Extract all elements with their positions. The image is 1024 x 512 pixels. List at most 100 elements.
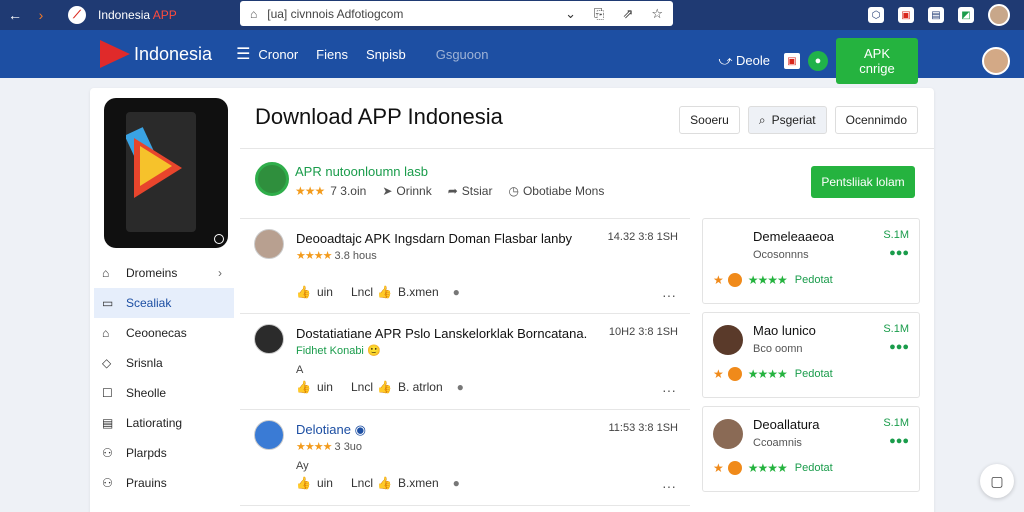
thumbs-up-icon[interactable]: 👍 [377, 476, 392, 490]
rating-stars-icon: ★★★★ [747, 367, 788, 381]
app-meta-3: Obotiabe Mons [522, 184, 605, 198]
extension-green-icon[interactable]: ◩ [958, 7, 974, 23]
hamburger-menu-icon[interactable]: ☰ [236, 44, 250, 64]
sidebar-item-6[interactable]: ▤ Latiorating [94, 408, 234, 438]
reviewer-avatar[interactable] [254, 420, 284, 450]
list-icon: ▤ [102, 416, 114, 430]
nav-link-3[interactable]: Snpisb [366, 47, 406, 62]
review-title[interactable]: Deooadtajc APK Ingsdarn Doman Flasbar la… [296, 231, 572, 246]
card-sub: Ccoamnis [753, 437, 802, 449]
more-options-icon[interactable]: ··· [662, 287, 676, 303]
info-icon[interactable]: ● [453, 285, 460, 299]
extension-shield-icon[interactable]: ⬡ [868, 7, 884, 23]
apk-header-button[interactable]: APK cnrige [836, 38, 918, 84]
info-icon[interactable]: ● [453, 476, 460, 490]
related-card[interactable]: Deoallatura Ccoamnis S.1M ●●● ★ ★★★★ Ped… [702, 406, 920, 492]
reviewer-avatar[interactable] [254, 324, 284, 354]
group-icon: ⚇ [102, 476, 113, 490]
app-avatar [255, 162, 289, 196]
card-label: Pedotat [794, 368, 833, 380]
star-icon[interactable]: ☆ [651, 6, 663, 22]
tab-2[interactable]: ⌕ Psgeriat [747, 106, 827, 134]
install-button[interactable]: Pentsliiak lolam [811, 166, 915, 198]
reply-label[interactable]: B.xmen [398, 476, 439, 490]
extension-red-icon[interactable]: ▣ [898, 7, 914, 23]
verified-icon: ◉ [354, 422, 366, 437]
thumbs-up-icon[interactable]: 👍 [377, 380, 392, 394]
card-label: Pedotat [794, 274, 833, 286]
share-label[interactable]: Lncl [351, 380, 373, 394]
card-value: S.1M [883, 417, 909, 429]
forward-icon[interactable]: › [30, 4, 52, 26]
chevron-down-icon[interactable]: ⌄ [565, 6, 576, 22]
more-options-icon[interactable]: ··· [662, 382, 676, 398]
share-label[interactable]: Lncl [351, 285, 373, 299]
nav-link-2[interactable]: Fiens [316, 47, 348, 62]
sidebar-item-8[interactable]: ⚇ Prauins [94, 468, 234, 498]
home-icon: ⌂ [102, 266, 110, 280]
thumbs-up-icon[interactable]: 👍 [296, 476, 311, 490]
notification-icon[interactable]: ▣ [784, 53, 800, 69]
review-title[interactable]: Delotiane ◉ [296, 422, 366, 438]
nav-link-4[interactable]: Gsguoon [436, 47, 489, 62]
sidebar-item-1[interactable]: ⌂ Dromeins › [94, 258, 234, 288]
reply-label[interactable]: B. atrlon [398, 380, 443, 394]
review-title[interactable]: Dostatiatiane APR Pslo Lanskelorklak Bor… [296, 326, 587, 341]
tab-3[interactable]: Ocennimdo [834, 106, 918, 134]
related-card[interactable]: Mao lunico Bco oomn S.1M ●●● ★ ★★★★ Pedo… [702, 312, 920, 398]
browser-toolbar: ← › ⟋ Indonesia APP ⌂ [ua] civnnois Adfo… [0, 0, 1024, 30]
review-stars-count: 3.8 hous [334, 250, 377, 262]
info-icon[interactable]: ● [457, 380, 464, 394]
app-name[interactable]: APR nutoonloumn lasb [295, 164, 428, 179]
main-panel: ⌂ Dromeins › ▭ Scealiak ⌂ Ceoonecas ◇ Sr… [90, 88, 934, 512]
extension-window-icon[interactable]: ▤ [928, 7, 944, 23]
card-value: S.1M [883, 229, 909, 241]
related-card[interactable]: Demeleaaeoa Ocosonnns S.1M ●●● ★ ★★★★ Pe… [702, 218, 920, 304]
thumbs-up-icon[interactable]: 👍 [296, 380, 311, 394]
home-icon[interactable]: ⌂ [250, 7, 257, 21]
like-label[interactable]: uin [317, 380, 333, 394]
browser-profile-avatar[interactable] [988, 4, 1010, 26]
url-text[interactable]: [ua] civnnois Adfotiogcom [267, 7, 547, 21]
review-note: A [296, 364, 304, 376]
page-title: Download APP Indonesia [255, 104, 503, 129]
logo-shape-yellow [140, 146, 172, 186]
reply-label[interactable]: B.xmen [398, 285, 439, 299]
nav-link-1[interactable]: Cronor [258, 47, 298, 62]
url-bar[interactable]: ⌂ [ua] civnnois Adfotiogcom ⌄ ⎘ ⇗ ☆ [240, 1, 673, 26]
tab-1[interactable]: Sooeru [679, 106, 740, 134]
thumbs-up-icon[interactable]: 👍 [377, 285, 392, 299]
sidebar-item-4[interactable]: ◇ Srisnla [94, 348, 234, 378]
sidebar-item-5[interactable]: ☐ Sheolle [94, 378, 234, 408]
share-label[interactable]: Lncl [351, 476, 373, 490]
sidebar-item-label: Ceoonecas [126, 326, 187, 340]
sidebar-item-3[interactable]: ⌂ Ceoonecas [94, 318, 234, 348]
more-options-icon[interactable]: ··· [662, 478, 676, 494]
tab-title[interactable]: Indonesia APP [98, 8, 177, 22]
thumbs-up-icon[interactable]: 👍 [296, 285, 311, 299]
tab-label: Ocennimdo [845, 113, 907, 127]
review-item: Deooadtajc APK Ingsdarn Doman Flasbar la… [240, 218, 690, 314]
rating-stars-icon: ★★★★ [296, 441, 332, 453]
review-sub: Fidhet Konabi 🙂 [296, 344, 381, 357]
review-item: Delotiane ◉ ★★★★ 3 3uo Ay 11:53 3:8 1SH … [240, 410, 690, 506]
green-status-icon[interactable]: ● [808, 51, 828, 71]
back-icon[interactable]: ← [4, 4, 26, 26]
like-label[interactable]: uin [317, 285, 333, 299]
header-download-link[interactable]: ⤻ Deole [719, 53, 770, 69]
reviewer-avatar[interactable] [254, 229, 284, 259]
bookmark-list-icon[interactable]: ⎘ [594, 6, 604, 22]
user-avatar[interactable] [982, 47, 1010, 75]
share-icon[interactable]: ⇗ [622, 6, 633, 22]
sidebar-item-7[interactable]: ⚇ Plarpds [94, 438, 234, 468]
like-label[interactable]: uin [317, 476, 333, 490]
site-logo[interactable]: Indonesia [100, 40, 212, 68]
tab-favicon-icon: ⟋ [68, 6, 86, 24]
rating-stars-icon: ★★★★ [747, 461, 788, 475]
related-cards: Demeleaaeoa Ocosonnns S.1M ●●● ★ ★★★★ Pe… [702, 218, 920, 500]
chat-icon[interactable]: ▢ [980, 464, 1014, 498]
star-icon: ★ [713, 367, 724, 381]
search-icon: ⌕ [758, 112, 766, 127]
sidebar-item-2[interactable]: ▭ Scealiak [94, 288, 234, 318]
card-name: Demeleaaeoa [753, 229, 834, 244]
